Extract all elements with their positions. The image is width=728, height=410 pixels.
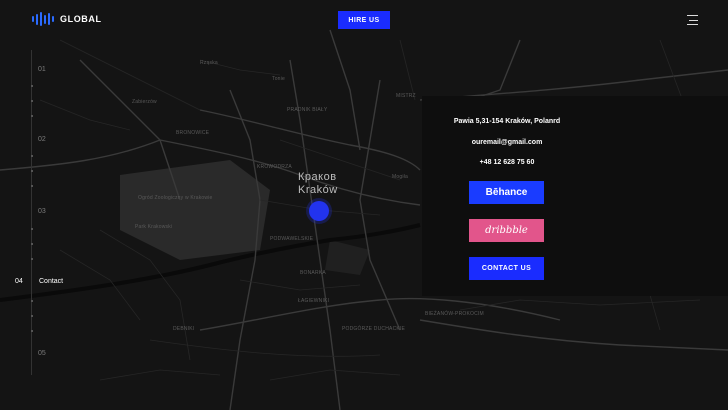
map-label: Rząska bbox=[200, 60, 218, 66]
nav-tick bbox=[31, 243, 33, 245]
map-label: Mogiła bbox=[392, 174, 408, 180]
nav-item-contact[interactable]: Contact bbox=[39, 278, 63, 285]
nav-active-number: 04 bbox=[15, 278, 23, 285]
behance-button[interactable]: Bēhance bbox=[469, 181, 544, 204]
map-label: Park Krakowski bbox=[135, 224, 173, 230]
nav-tick bbox=[31, 228, 33, 230]
nav-tick bbox=[31, 330, 33, 332]
map-label: KROWODRZA bbox=[257, 164, 292, 170]
contact-panel bbox=[422, 96, 728, 296]
nav-track bbox=[31, 50, 32, 375]
nav-item-03[interactable]: 03 bbox=[38, 208, 46, 215]
audio-bars-icon bbox=[32, 12, 54, 26]
map-label: BRONOWICE bbox=[176, 130, 210, 136]
hamburger-menu-icon[interactable] bbox=[684, 15, 698, 25]
nav-tick bbox=[31, 170, 33, 172]
map-label: MISTRZ bbox=[396, 93, 416, 99]
map-label: Ogród Zoologiczny w Krakowie bbox=[138, 195, 213, 201]
city-label: Краков Kraków bbox=[298, 171, 338, 197]
nav-item-02[interactable]: 02 bbox=[38, 136, 46, 143]
nav-tick bbox=[31, 155, 33, 157]
logo[interactable]: GLOBAL bbox=[32, 12, 102, 26]
map-label: PRADNIK BIAŁY bbox=[287, 107, 328, 113]
city-name-latin: Kraków bbox=[298, 184, 338, 196]
city-name-cyrillic: Краков bbox=[298, 171, 337, 183]
map-label: DEBNIKI bbox=[173, 326, 195, 332]
map-label: Tonie bbox=[272, 76, 285, 82]
map-label: Zabierzów bbox=[132, 99, 157, 105]
contact-us-button[interactable]: CONTACT US bbox=[469, 257, 544, 280]
nav-tick bbox=[31, 315, 33, 317]
dribbble-button[interactable]: dribbble bbox=[469, 219, 544, 242]
email-text[interactable]: ouremail@gmail.com bbox=[407, 139, 607, 146]
logo-text: GLOBAL bbox=[60, 14, 102, 24]
address-text: Pawia 5,31-154 Kraków, Polanrd bbox=[453, 118, 561, 125]
nav-tick bbox=[31, 258, 33, 260]
nav-tick bbox=[31, 115, 33, 117]
map-label: PODWAWELSKIE bbox=[270, 236, 314, 242]
nav-tick bbox=[31, 100, 33, 102]
phone-text[interactable]: +48 12 628 75 60 bbox=[407, 159, 607, 166]
nav-tick bbox=[31, 300, 33, 302]
location-marker-icon[interactable] bbox=[309, 201, 329, 221]
map-label: BIEŻANÓW-PROKOCIM bbox=[425, 311, 484, 317]
nav-item-01[interactable]: 01 bbox=[38, 66, 46, 73]
map-label: PODGÓRZE DUCHACKIE bbox=[342, 326, 406, 332]
map-label: ŁAGIEWNIKI bbox=[298, 298, 330, 304]
nav-item-05[interactable]: 05 bbox=[38, 350, 46, 357]
hire-us-button[interactable]: HIRE US bbox=[338, 11, 390, 29]
nav-tick bbox=[31, 85, 33, 87]
nav-tick bbox=[31, 185, 33, 187]
map-label: BONARKA bbox=[300, 270, 326, 276]
